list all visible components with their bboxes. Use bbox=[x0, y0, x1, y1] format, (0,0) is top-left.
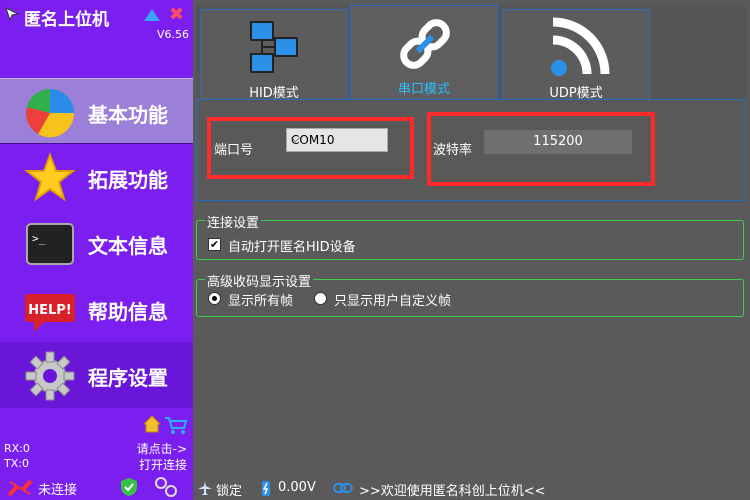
auto-open-label: 自动打开匿名HID设备 bbox=[228, 240, 356, 255]
show-custom-label: 只显示用户自定义帧 bbox=[334, 294, 452, 309]
app-logo-icon bbox=[5, 7, 20, 22]
tab-hid[interactable]: HID模式 bbox=[200, 9, 348, 101]
sidebar-item-label: 拓展功能 bbox=[88, 168, 168, 192]
connect-hint-line2[interactable]: 打开连接 bbox=[139, 456, 187, 473]
group-title: 连接设置 bbox=[205, 212, 262, 231]
title-bar: 匿名上位机 ✖ bbox=[0, 0, 193, 30]
cart-icon[interactable] bbox=[164, 416, 188, 434]
pie-chart-icon bbox=[26, 89, 75, 138]
show-custom-radio[interactable] bbox=[314, 292, 327, 305]
disconnected-icon bbox=[7, 479, 33, 497]
tab-serial[interactable]: 串口模式 bbox=[350, 5, 498, 101]
show-all-label: 显示所有帧 bbox=[228, 294, 294, 309]
minimize-icon[interactable] bbox=[142, 7, 162, 23]
app-title: 匿名上位机 bbox=[24, 10, 109, 30]
lock-label: 锁定 bbox=[216, 484, 243, 499]
status-bar: 锁定 0.00V >>欢迎使用匿名科创上位机<< bbox=[193, 476, 750, 500]
wifi-signal-icon bbox=[551, 17, 610, 76]
sidebar-item-extend[interactable]: 拓展功能 bbox=[0, 144, 193, 210]
svg-text:>_: >_ bbox=[32, 232, 46, 245]
hid-network-icon bbox=[250, 21, 298, 73]
plug-icon[interactable] bbox=[154, 476, 178, 498]
help-icon: HELP! bbox=[25, 294, 75, 332]
connect-hint-line1[interactable]: 请点击-> bbox=[137, 440, 187, 457]
baud-label: 波特率 bbox=[433, 143, 473, 158]
home-icon[interactable] bbox=[142, 414, 162, 434]
terminal-icon: >_ bbox=[26, 223, 74, 265]
sidebar: 匿名上位机 ✖ V6.56 基本功能 拓展功能 >_ 文本信息 HELP! 帮助… bbox=[0, 0, 193, 500]
baud-input[interactable]: 115200 bbox=[484, 130, 632, 154]
tx-counter: TX:0 bbox=[4, 457, 29, 470]
port-select[interactable]: COM10 ⌵ bbox=[286, 128, 388, 152]
sidebar-item-label: 程序设置 bbox=[88, 366, 168, 390]
sidebar-item-help[interactable]: HELP! 帮助信息 bbox=[0, 276, 193, 342]
svg-text:HELP!: HELP! bbox=[28, 303, 72, 318]
rx-counter: RX:0 bbox=[4, 442, 30, 455]
version-label: V6.56 bbox=[156, 28, 189, 41]
tab-udp[interactable]: UDP模式 bbox=[502, 9, 650, 101]
plane-lock-icon[interactable] bbox=[197, 480, 213, 496]
voltage-value: 0.00V bbox=[278, 480, 316, 495]
port-label: 端口号 bbox=[214, 143, 254, 158]
show-all-radio[interactable] bbox=[208, 292, 221, 305]
auto-open-checkbox[interactable]: ✔ bbox=[208, 238, 221, 251]
close-icon[interactable]: ✖ bbox=[169, 4, 184, 25]
sidebar-menu: 基本功能 拓展功能 >_ 文本信息 HELP! 帮助信息 程序设置 bbox=[0, 78, 193, 408]
sidebar-item-settings[interactable]: 程序设置 bbox=[0, 342, 193, 408]
sidebar-item-basic[interactable]: 基本功能 bbox=[0, 78, 193, 144]
connection-status: 未连接 bbox=[0, 476, 193, 500]
connection-settings-group: 连接设置 ✔ 自动打开匿名HID设备 bbox=[196, 212, 744, 260]
tab-label: 串口模式 bbox=[397, 82, 450, 97]
shield-check-icon[interactable] bbox=[120, 477, 138, 497]
sidebar-item-label: 文本信息 bbox=[88, 234, 168, 258]
welcome-message: >>欢迎使用匿名科创上位机<< bbox=[359, 484, 546, 499]
sidebar-item-text[interactable]: >_ 文本信息 bbox=[0, 210, 193, 276]
sidebar-item-label: 基本功能 bbox=[88, 103, 168, 127]
link-icon bbox=[333, 483, 353, 493]
chain-link-icon bbox=[400, 19, 450, 69]
gear-icon bbox=[25, 351, 75, 401]
group-title: 高级收码显示设置 bbox=[205, 271, 314, 290]
connection-label: 未连接 bbox=[38, 483, 78, 498]
sidebar-item-label: 帮助信息 bbox=[88, 300, 168, 324]
star-icon bbox=[24, 152, 76, 202]
advanced-display-group: 高级收码显示设置 显示所有帧 只显示用户自定义帧 bbox=[196, 271, 744, 317]
battery-icon bbox=[262, 481, 270, 496]
chevron-down-icon: ⌵ bbox=[291, 131, 301, 145]
